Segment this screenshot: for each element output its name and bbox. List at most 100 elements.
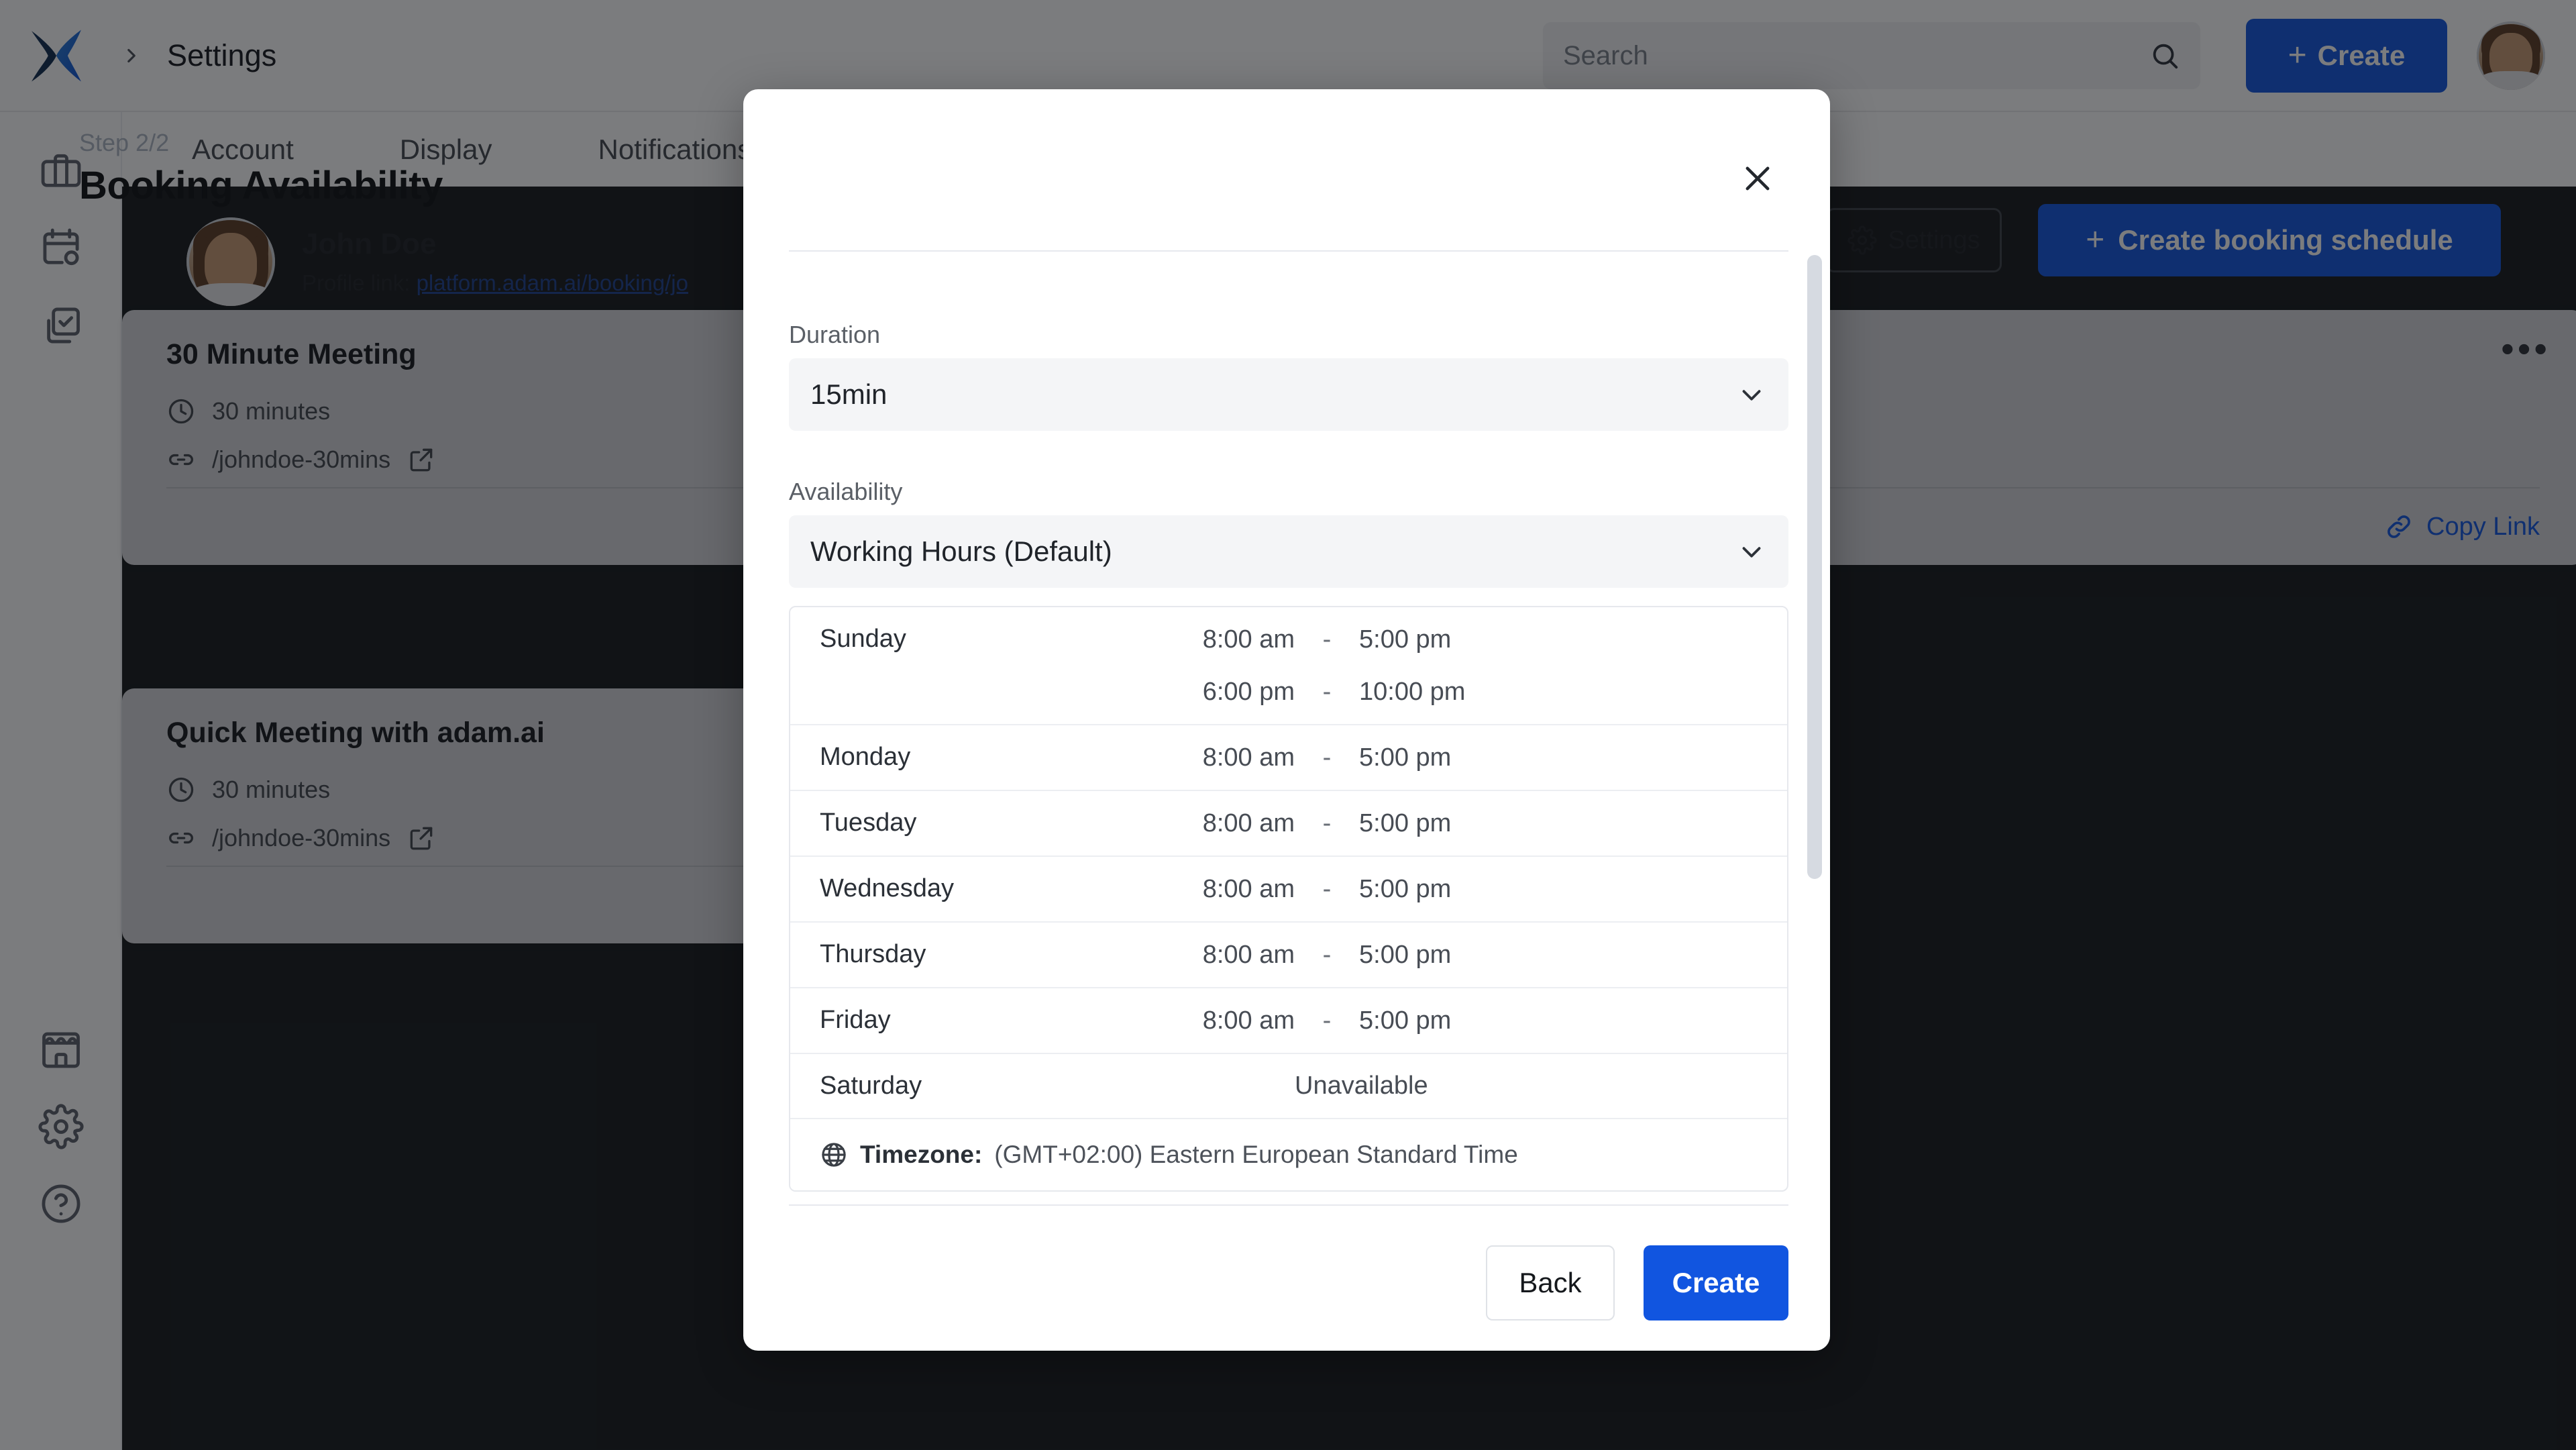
booking-card-slug[interactable]: /johndoe-30mins xyxy=(166,445,436,474)
chevron-right-icon xyxy=(127,48,136,62)
slot-end: 10:00 pm xyxy=(1359,677,1466,706)
create-button-label: Create xyxy=(2317,40,2406,71)
avatar-shirt xyxy=(2479,71,2543,90)
sidebar-item-help[interactable] xyxy=(28,1170,95,1237)
schedule-times: 8:00 am - 5:00 pm xyxy=(1146,923,1787,987)
schedule-day: Thursday xyxy=(820,940,926,968)
schedule-day: Sunday xyxy=(820,625,906,653)
booking-card-duration: 30 minutes xyxy=(166,397,436,426)
booking-card-title: 30 Minute Meeting xyxy=(166,338,417,370)
slot-end: 5:00 pm xyxy=(1359,809,1452,837)
profile-name: John Doe xyxy=(302,227,437,260)
page-settings-label: Settings xyxy=(1888,225,1980,254)
availability-select[interactable]: Working Hours (Default) xyxy=(789,515,1788,588)
chevron-down-icon[interactable] xyxy=(1736,536,1767,567)
briefcase-icon xyxy=(41,154,81,187)
slot-start: 8:00 am xyxy=(1202,874,1295,903)
time-slot: 6:00 pm - 10:00 pm xyxy=(1146,677,1787,707)
booking-card-slug[interactable]: /johndoe-30mins xyxy=(166,823,545,853)
availability-schedule-table: Sunday 8:00 am - 5:00 pm 6:00 pm - 10:00… xyxy=(789,606,1788,1192)
profile-summary: John Doe Profile link: platform.adam.ai/… xyxy=(186,217,688,306)
user-avatar[interactable] xyxy=(2477,21,2545,90)
search-icon[interactable] xyxy=(2149,40,2180,71)
slot-start: 8:00 am xyxy=(1202,940,1295,969)
booking-card-slug-text: /johndoe-30mins xyxy=(212,446,391,473)
copy-link-label: Copy Link xyxy=(2426,512,2540,541)
copy-link-button[interactable]: Copy Link xyxy=(2383,511,2540,542)
schedule-day: Monday xyxy=(820,743,911,771)
timezone-row: Timezone: (GMT+02:00) Eastern European S… xyxy=(790,1119,1787,1190)
schedule-times: 8:00 am - 5:00 pm xyxy=(1146,725,1787,790)
duration-select[interactable]: 15min xyxy=(789,358,1788,431)
booking-card-duration: 30 minutes xyxy=(166,775,545,805)
sidebar-item-tasks[interactable] xyxy=(28,292,95,359)
modal-create-button[interactable]: Create xyxy=(1644,1245,1788,1320)
adam-ai-logo-icon xyxy=(31,30,81,81)
table-row: Monday 8:00 am - 5:00 pm xyxy=(790,725,1787,791)
close-button[interactable] xyxy=(1737,158,1778,199)
slot-dash: - xyxy=(1322,1006,1332,1035)
profile-link-row: Profile link: platform.adam.ai/booking/j… xyxy=(302,270,688,296)
booking-card-title: Quick Meeting with adam.ai xyxy=(166,717,545,749)
link-chain-icon xyxy=(2387,515,2410,538)
timezone-label: Timezone: xyxy=(860,1141,983,1168)
slot-start: 8:00 am xyxy=(1202,809,1295,837)
booking-card-duration-text: 30 minutes xyxy=(212,397,331,425)
time-slot: 8:00 am - 5:00 pm xyxy=(1146,1006,1787,1035)
card-overflow-menu-button[interactable]: ••• xyxy=(2501,330,2551,368)
tab-notifications[interactable]: Notifications xyxy=(595,121,754,178)
back-button[interactable]: Back xyxy=(1486,1245,1615,1320)
booking-card-duration-text: 30 minutes xyxy=(212,776,331,803)
search-input[interactable] xyxy=(1563,40,2149,71)
page-settings-button[interactable]: Settings xyxy=(1826,208,2002,272)
time-slot: 8:00 am - 5:00 pm xyxy=(1146,940,1787,970)
schedule-times: 8:00 am - 5:00 pm 6:00 pm - 10:00 pm xyxy=(1146,607,1787,724)
slot-dash: - xyxy=(1322,874,1332,903)
modal-scrollbar-thumb[interactable] xyxy=(1807,255,1822,879)
external-link-icon[interactable] xyxy=(407,823,436,853)
plus-icon: + xyxy=(2288,38,2307,73)
chevron-down-icon[interactable] xyxy=(1736,379,1767,410)
sidebar-item-settings[interactable] xyxy=(28,1093,95,1160)
tasks-icon xyxy=(47,307,80,344)
external-link-icon[interactable] xyxy=(407,445,436,474)
app-logo[interactable] xyxy=(0,0,112,111)
sidebar-item-meetings[interactable] xyxy=(28,215,95,282)
slot-end: 5:00 pm xyxy=(1359,743,1452,772)
profile-link-label: Profile link: xyxy=(302,270,411,295)
sidebar-item-marketplace[interactable] xyxy=(28,1017,95,1084)
table-row: Tuesday 8:00 am - 5:00 pm xyxy=(790,791,1787,857)
schedule-times: 8:00 am - 5:00 pm xyxy=(1146,791,1787,856)
slot-start: 8:00 am xyxy=(1202,625,1295,654)
gear-icon xyxy=(38,1104,84,1149)
duration-label: Duration xyxy=(789,321,881,348)
schedule-times: Unavailable xyxy=(1146,1054,1787,1118)
profile-avatar xyxy=(186,217,275,306)
create-button[interactable]: + Create xyxy=(2246,19,2447,93)
calendar-clock-icon xyxy=(43,228,79,266)
modal-header-divider xyxy=(789,250,1788,252)
link-icon xyxy=(169,454,193,466)
slot-end: 5:00 pm xyxy=(1359,625,1452,654)
create-booking-schedule-button[interactable]: + Create booking schedule xyxy=(2038,204,2501,276)
profile-link-url[interactable]: platform.adam.ai/booking/jo xyxy=(417,270,688,295)
gear-icon xyxy=(1847,225,1878,255)
close-icon xyxy=(1746,166,1770,191)
availability-label: Availability xyxy=(789,478,903,505)
breadcrumb-title: Settings xyxy=(167,38,277,72)
table-row: Wednesday 8:00 am - 5:00 pm xyxy=(790,857,1787,923)
globe-icon xyxy=(822,1143,846,1167)
search-box[interactable] xyxy=(1543,22,2200,89)
booking-card-slug-text: /johndoe-30mins xyxy=(212,824,391,851)
slot-start: 6:00 pm xyxy=(1202,677,1295,706)
schedule-day: Friday xyxy=(820,1006,891,1034)
schedule-times: 8:00 am - 5:00 pm xyxy=(1146,857,1787,921)
table-row: Friday 8:00 am - 5:00 pm xyxy=(790,988,1787,1054)
slot-dash: - xyxy=(1322,809,1332,837)
create-booking-schedule-label: Create booking schedule xyxy=(2118,224,2453,256)
plus-icon: + xyxy=(2086,222,2105,258)
time-slot: 8:00 am - 5:00 pm xyxy=(1146,874,1787,904)
clock-icon xyxy=(168,777,194,802)
slot-end: 5:00 pm xyxy=(1359,874,1452,903)
slot-end: 5:00 pm xyxy=(1359,1006,1452,1035)
